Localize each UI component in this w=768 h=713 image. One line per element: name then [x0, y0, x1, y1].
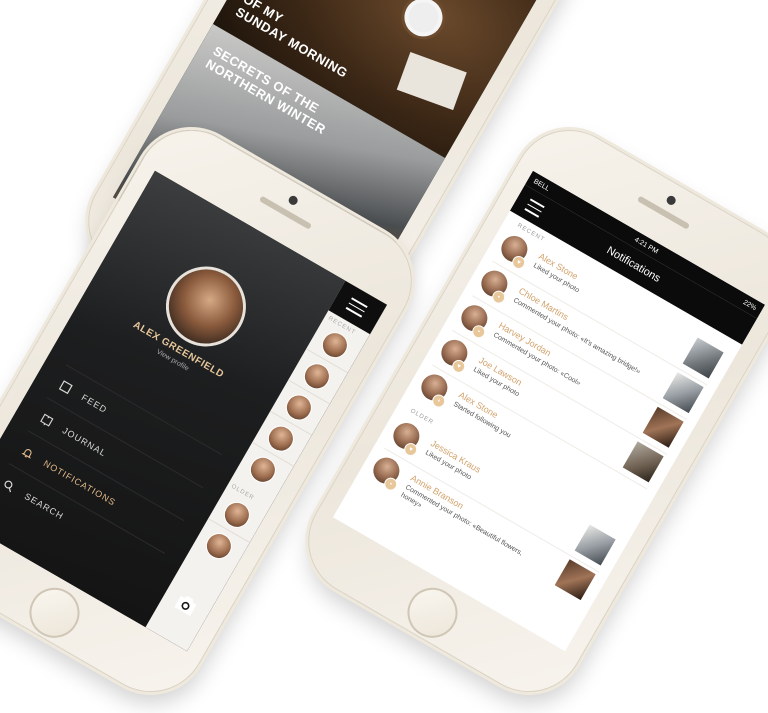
bell-icon: [18, 443, 37, 462]
front-camera: [286, 193, 299, 207]
front-camera: [664, 193, 677, 207]
avatar: [201, 528, 237, 564]
speaker: [636, 195, 691, 230]
feed-icon: [56, 378, 75, 397]
menu-item-feed[interactable]: FEED: [55, 375, 112, 419]
coffee-cup-photo: [397, 0, 450, 44]
hamburger-icon[interactable]: [345, 297, 368, 318]
search-icon: [0, 476, 18, 495]
phone-photo-object: [383, 0, 412, 2]
menu-item-label: FEED: [79, 392, 110, 416]
speaker: [258, 195, 313, 230]
battery-level: 22%: [741, 298, 758, 312]
photo-thumbnail[interactable]: [574, 524, 616, 566]
section-label-older: OLDER: [229, 483, 256, 502]
camera-icon: [174, 595, 197, 616]
photo-thumbnail[interactable]: [682, 337, 724, 379]
journal-icon: [37, 411, 56, 430]
hamburger-icon[interactable]: [524, 198, 545, 218]
avatar: [245, 452, 281, 488]
menu-item-label: SEARCH: [22, 491, 66, 522]
paper-photo-object: [396, 51, 467, 111]
